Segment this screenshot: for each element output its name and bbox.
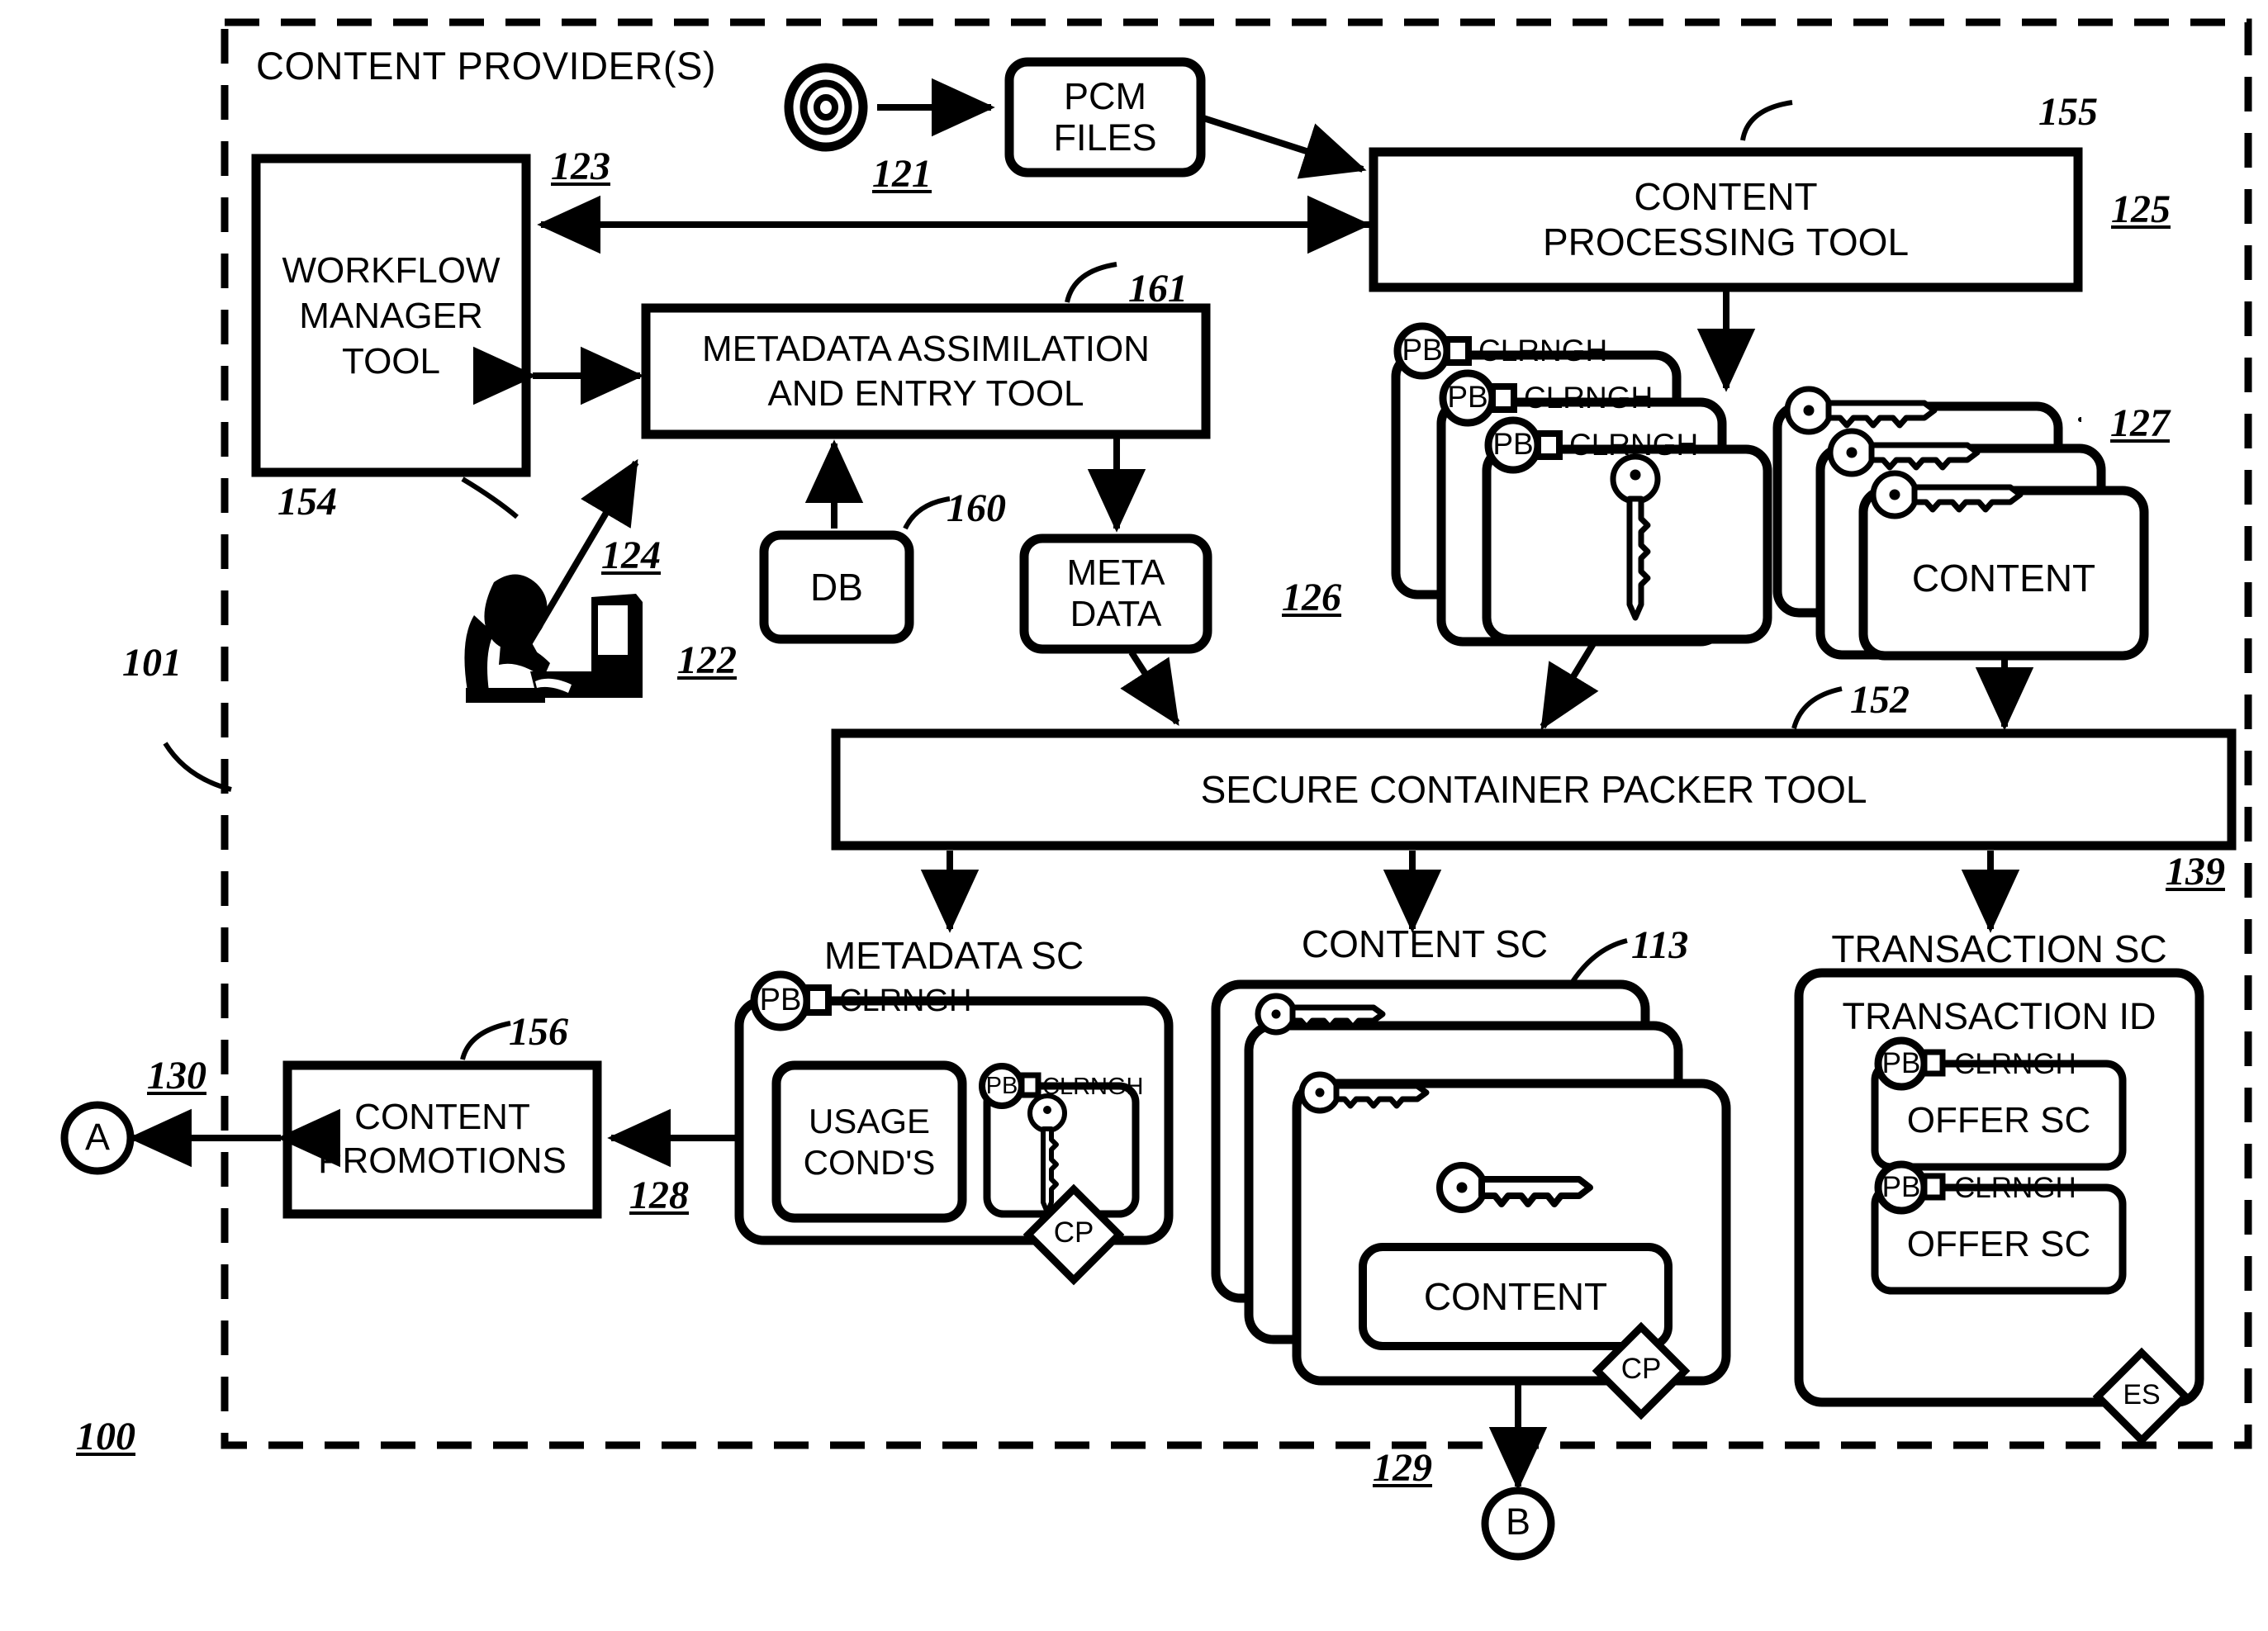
content-sc-stack (1211, 979, 1731, 1420)
ref-160: 160 (947, 486, 1006, 530)
clrngh-label: CLRNGH (1524, 381, 1654, 415)
cp-seal-label: CP (1620, 1353, 1662, 1385)
metadata-sc-title: METADATA SC (823, 934, 1084, 977)
content-promotions-label: CONTENT PROMOTIONS (318, 1097, 567, 1181)
pb-badge-text: PB (759, 983, 802, 1017)
ref-124: 124 (601, 533, 661, 577)
offer-sc-label: OFFER SC (1906, 1099, 2091, 1140)
key-container-stack (1391, 322, 1772, 647)
ref-130: 130 (147, 1054, 206, 1098)
ref-125: 125 (2111, 187, 2171, 231)
transaction-id-label: TRANSACTION ID (1842, 995, 2156, 1037)
ref-100: 100 (76, 1415, 135, 1458)
pb-badge-text: PB (1492, 427, 1534, 461)
leader-154 (461, 476, 519, 519)
ref-123: 123 (551, 145, 610, 188)
pcm-files-label: PCM FILES (1053, 74, 1157, 159)
ref-126: 126 (1282, 576, 1341, 619)
workflow-manager-tool-label: WORKFLOW MANAGER TOOL (282, 249, 501, 382)
usage-conditions-label: USAGE COND'S (803, 1101, 936, 1182)
clrngh-label: CLRNGH (1569, 428, 1699, 462)
content-stack-label: CONTENT (1911, 557, 2096, 600)
arrow-metadata-to-packer (1120, 650, 1180, 727)
transaction-sc-title: TRANSACTION SC (1831, 927, 2167, 970)
meta-data-label: META DATA (1066, 552, 1165, 634)
figure-canvas: CONTENT PROVIDER(S) PCM FILES CONTENT PR… (0, 0, 2268, 1631)
arrow-keystack-to-packer (1540, 640, 1599, 731)
concentric-circle-icon (784, 63, 868, 152)
clrngh-label: CLRNGH (1042, 1074, 1144, 1100)
connector-b-label: B (1505, 1501, 1530, 1543)
connector-a-label: A (84, 1116, 110, 1158)
ref-128: 128 (629, 1173, 689, 1217)
ref-113: 113 (1631, 923, 1689, 967)
pb-badge-text: PB (1402, 333, 1443, 367)
secure-container-packer-tool-label: SECURE CONTAINER PACKER TOOL (1200, 768, 1867, 811)
es-seal-label: ES (2123, 1379, 2161, 1411)
arrow-pcm-to-cpt (1199, 114, 1367, 179)
pb-badge-text: PB (985, 1073, 1018, 1099)
pb-badge-text: PB (1447, 380, 1488, 414)
leader-156 (460, 1021, 511, 1060)
db-label: DB (810, 566, 863, 609)
ref-101: 101 (122, 641, 182, 685)
leader-161 (1065, 262, 1117, 303)
boundary-title: CONTENT PROVIDER(S) (256, 44, 716, 88)
person-at-computer-icon (464, 574, 643, 703)
ref-129: 129 (1373, 1446, 1432, 1490)
leader-152 (1791, 686, 1843, 729)
ref-161: 161 (1128, 267, 1188, 311)
content-processing-tool-label: CONTENT PROCESSING TOOL (1542, 174, 1910, 263)
clrngh-label: CLRNGH (839, 984, 972, 1018)
ref-154: 154 (278, 480, 337, 524)
offer-sc-label: OFFER SC (1906, 1223, 2091, 1264)
leader-155 (1740, 100, 1793, 141)
ref-156: 156 (509, 1010, 568, 1054)
content-sc-title: CONTENT SC (1301, 922, 1549, 965)
ref-127: 127 (2110, 401, 2170, 445)
ref-152: 152 (1850, 678, 1910, 722)
leader-160 (903, 496, 951, 530)
cp-seal-label: CP (1053, 1216, 1094, 1249)
metadata-assimilation-tool-label: METADATA ASSIMILATION AND ENTRY TOOL (702, 328, 1150, 414)
ref-155: 155 (2038, 90, 2098, 134)
ref-121: 121 (872, 152, 932, 196)
content-sc-inner-label: CONTENT (1423, 1275, 1608, 1318)
clrngh-label: CLRNGH (1478, 334, 1608, 367)
ref-139: 139 (2166, 850, 2225, 894)
ref-122: 122 (677, 638, 737, 682)
